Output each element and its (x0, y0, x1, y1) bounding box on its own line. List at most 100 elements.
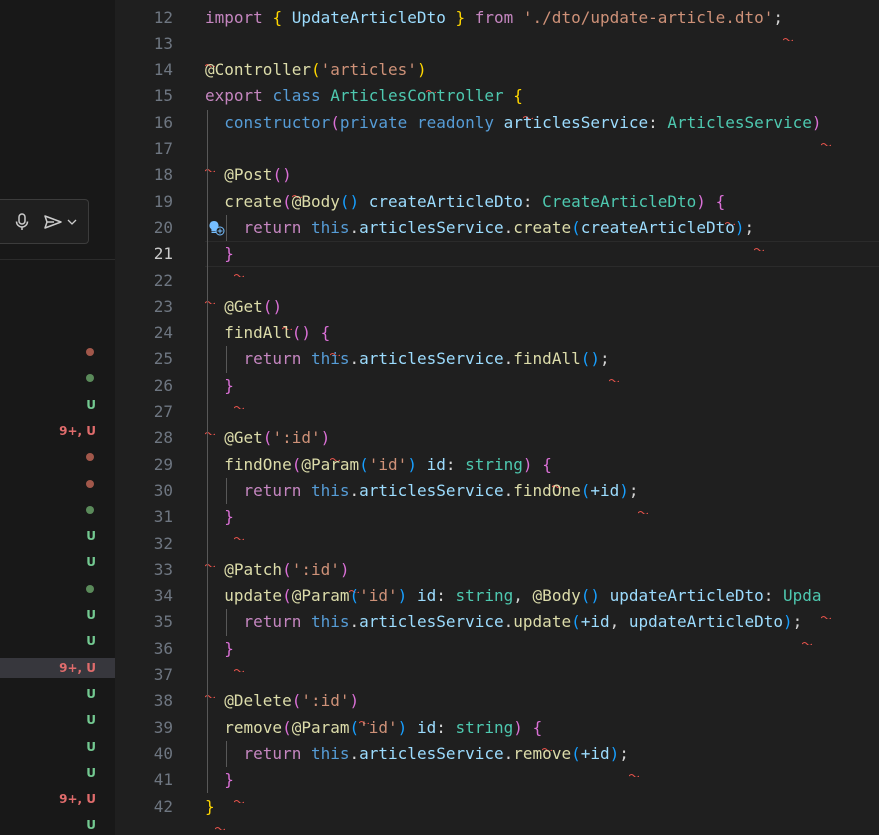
code-token: } (445, 7, 475, 27)
code-token: UpdateArticleDto (291, 7, 446, 27)
code-token: articlesService (359, 480, 504, 500)
code-token: ':id' (301, 691, 350, 711)
code-token: { (542, 454, 552, 474)
scm-status-label: 9+, U (0, 657, 115, 678)
lightbulb-icon[interactable] (207, 219, 225, 237)
warning-squiggle (358, 709, 370, 726)
code-line: } (205, 767, 234, 793)
code-token: ':id' (272, 428, 321, 448)
scm-status-dot (86, 579, 96, 599)
code-token: ) (416, 60, 427, 80)
warning-squiggle (522, 104, 534, 121)
code-token: return (243, 743, 311, 763)
status-dot-icon (86, 584, 94, 593)
code-token: () (580, 349, 600, 369)
code-line: @Post() (205, 162, 292, 188)
code-token: ArticlesController (330, 86, 514, 106)
code-token: ( (272, 165, 283, 185)
send-icon[interactable] (42, 212, 64, 232)
code-token: 'id' (359, 717, 398, 737)
code-line: } (205, 241, 234, 267)
code-token: ( (359, 454, 369, 474)
code-line: return this.articlesService.update(+id, … (205, 609, 803, 635)
code-token: findOne (513, 480, 581, 500)
chevron-down-icon[interactable] (66, 212, 78, 232)
code-token: ; (792, 612, 803, 632)
code-token: . (349, 349, 360, 369)
code-token: } (224, 244, 234, 264)
scm-status-label: U (86, 818, 96, 833)
line-number: 16 (153, 112, 173, 132)
code-editor[interactable]: import { UpdateArticleDto } from './dto/… (205, 0, 879, 835)
code-token: updateArticleDto (628, 612, 784, 632)
code-token: @Get (224, 296, 263, 316)
code-token: 'id' (368, 454, 408, 474)
line-number: 35 (153, 612, 173, 632)
code-line: return this.articlesService.findAll(); (205, 346, 610, 372)
indent-guide (226, 609, 228, 636)
warning-squiggle (801, 630, 813, 647)
scm-status-label: U (86, 634, 96, 649)
code-line: update(@Param('id') id: string, @Body() … (205, 583, 821, 609)
code-token: @Param (301, 454, 360, 474)
code-token: ( (330, 112, 340, 132)
code-token: } (224, 638, 234, 658)
code-token: } (224, 507, 234, 527)
code-line: constructor(private readonly articlesSer… (205, 110, 821, 136)
microphone-icon[interactable] (12, 212, 32, 232)
code-line: } (205, 794, 215, 820)
code-line: @Get() (205, 294, 282, 320)
warning-squiggle (329, 446, 341, 463)
code-token: ) (783, 612, 793, 632)
line-number: 14 (153, 60, 173, 80)
warning-squiggle (782, 26, 794, 42)
code-token: 'articles' (320, 60, 417, 80)
code-token: updateArticleDto (609, 586, 764, 606)
scm-status-dot (86, 342, 96, 362)
warning-squiggle (541, 736, 553, 752)
code-token: () (580, 586, 600, 606)
code-token: ( (291, 454, 302, 474)
warning-squiggle (426, 78, 437, 95)
code-token: id (416, 586, 437, 606)
code-token: ( (571, 612, 581, 632)
code-token: ) (282, 165, 292, 185)
code-token: : (522, 191, 543, 211)
code-token: () (291, 323, 311, 343)
scm-status-label: U (86, 739, 96, 754)
line-number: 23 (153, 296, 173, 316)
scm-status-dot (86, 447, 96, 467)
code-token: this (310, 743, 350, 763)
line-number: 30 (153, 480, 173, 500)
code-token: ( (282, 717, 292, 737)
line-number: 15 (153, 86, 173, 106)
code-line: @Delete(':id') (205, 688, 359, 714)
code-line: findOne(@Param('id') id: string) { (205, 452, 552, 478)
side-panel: U 9+, U U U U U 9+, U U U U U 9+, UU (0, 0, 115, 835)
warning-squiggle (233, 788, 245, 805)
code-token: import (205, 7, 273, 27)
code-token: ( (262, 296, 273, 316)
code-token: createArticleDto (580, 217, 735, 237)
code-token: ':id' (291, 559, 340, 579)
line-number: 41 (153, 770, 173, 790)
line-number: 34 (153, 586, 173, 606)
code-token: ( (571, 743, 581, 763)
code-token: : (648, 112, 668, 132)
code-token: create (513, 217, 572, 237)
code-line: } (205, 373, 234, 399)
warning-squiggle (724, 210, 736, 226)
code-line: export class ArticlesController { (205, 83, 523, 109)
code-token: : (436, 586, 456, 606)
code-token: articlesService (503, 112, 649, 132)
scm-status-label: U (86, 397, 96, 412)
code-token: . (349, 217, 360, 237)
code-token: findAll (224, 323, 292, 343)
line-number: 27 (153, 402, 173, 421)
warning-squiggle (329, 341, 341, 358)
warning-squiggle (214, 815, 226, 831)
code-token: ; (773, 7, 783, 27)
